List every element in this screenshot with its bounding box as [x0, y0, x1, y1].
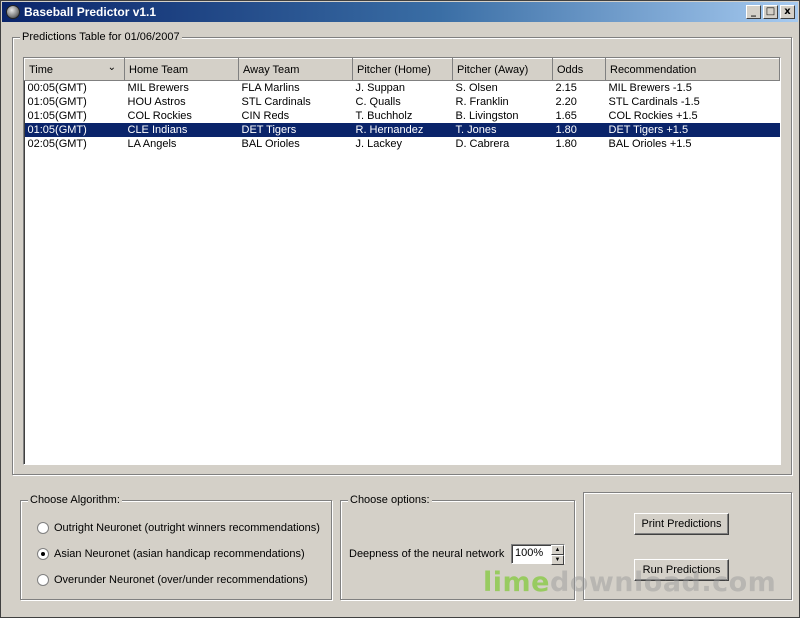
column-header-label: Time — [29, 63, 54, 76]
algorithm-option-outright[interactable]: Outright Neuronet (outright winners reco… — [37, 522, 320, 534]
cell-home-team: COL Rockies — [127, 110, 192, 122]
cell-pitcher-away: B. Livingston — [455, 110, 519, 122]
cell-time: 01:05(GMT) — [27, 96, 87, 108]
cell-away-team: CIN Reds — [241, 110, 290, 122]
title-bar[interactable]: Baseball Predictor v1.1 _ □ x — [2, 2, 798, 22]
radio-overunder[interactable] — [37, 574, 49, 586]
algorithm-option-label: Asian Neuronet (asian handicap recommend… — [54, 548, 305, 560]
cell-pitcher-home: J. Suppan — [355, 82, 406, 94]
cell-recommendation: DET Tigers +1.5 — [605, 123, 780, 137]
window-title: Baseball Predictor v1.1 — [24, 5, 157, 19]
cell-pitcher-home: R. Hernandez — [352, 123, 453, 137]
cell-odds: 1.80 — [555, 138, 577, 150]
watermark-logo: limedownload.com — [483, 567, 776, 598]
depth-value[interactable]: 100% — [512, 545, 551, 563]
algorithm-option-overunder[interactable]: Overunder Neuronet (over/under recommend… — [37, 574, 308, 586]
cell-time: 01:05(GMT) — [27, 110, 87, 122]
cell-away-team: DET Tigers — [238, 123, 353, 137]
cell-time: 00:05(GMT) — [27, 82, 87, 94]
cell-time: 02:05(GMT) — [27, 138, 87, 150]
algorithm-option-asian[interactable]: Asian Neuronet (asian handicap recommend… — [37, 548, 305, 560]
column-header-home-team[interactable]: Home Team — [124, 58, 239, 81]
predictions-table[interactable]: Time ⌄ Home Team Away Team Pitcher (Home… — [23, 57, 781, 465]
cell-home-team: HOU Astros — [127, 96, 186, 108]
close-button[interactable]: x — [780, 5, 795, 19]
cell-pitcher-home: C. Qualls — [355, 96, 401, 108]
cell-pitcher-away: T. Jones — [452, 123, 553, 137]
cell-recommendation: MIL Brewers -1.5 — [608, 82, 692, 94]
cell-home-team: LA Angels — [127, 138, 177, 150]
cell-home-team: MIL Brewers — [127, 82, 189, 94]
algorithm-legend: Choose Algorithm: — [28, 494, 122, 506]
predictions-legend: Predictions Table for 01/06/2007 — [20, 31, 182, 43]
cell-away-team: STL Cardinals — [241, 96, 311, 108]
cell-time: 01:05(GMT) — [24, 123, 125, 137]
print-predictions-button[interactable]: Print Predictions — [634, 513, 729, 535]
column-header-time[interactable]: Time ⌄ — [24, 58, 125, 81]
radio-outright[interactable] — [37, 522, 49, 534]
radio-asian[interactable] — [37, 548, 49, 560]
column-header-pitcher-away[interactable]: Pitcher (Away) — [452, 58, 553, 81]
options-legend: Choose options: — [348, 494, 432, 506]
column-header-recommendation[interactable]: Recommendation — [605, 58, 780, 81]
depth-stepper[interactable]: 100% ▲ ▼ — [511, 544, 565, 565]
baseball-icon — [6, 5, 20, 19]
table-row[interactable]: 02:05(GMT) LA Angels BAL Orioles J. Lackey D… — [25, 137, 780, 151]
cell-away-team: BAL Orioles — [241, 138, 300, 150]
column-header-odds[interactable]: Odds — [552, 58, 606, 81]
table-row[interactable]: 01:05(GMT) COL Rockies CIN Reds T. Buchholz… — [25, 109, 780, 123]
maximize-button[interactable]: □ — [763, 5, 778, 19]
cell-recommendation: COL Rockies +1.5 — [608, 110, 698, 122]
cell-pitcher-home: T. Buchholz — [355, 110, 413, 122]
cell-away-team: FLA Marlins — [241, 82, 300, 94]
stepper-down-icon[interactable]: ▼ — [551, 555, 564, 565]
cell-recommendation: STL Cardinals -1.5 — [608, 96, 700, 108]
watermark-rest: download.com — [549, 567, 777, 598]
table-row[interactable]: 00:05(GMT) MIL Brewers FLA Marlins J. Suppa… — [25, 81, 780, 96]
depth-label: Deepness of the neural network — [349, 548, 505, 560]
algorithm-option-label: Outright Neuronet (outright winners reco… — [54, 522, 320, 534]
window-controls: _ □ x — [746, 5, 795, 19]
cell-home-team: CLE Indians — [124, 123, 239, 137]
cell-pitcher-away: D. Cabrera — [455, 138, 510, 150]
cell-odds: 1.80 — [552, 123, 606, 137]
algorithm-option-label: Overunder Neuronet (over/under recommend… — [54, 574, 308, 586]
stepper-up-icon[interactable]: ▲ — [551, 545, 564, 555]
minimize-button[interactable]: _ — [746, 5, 761, 19]
cell-odds: 2.20 — [555, 96, 577, 108]
cell-odds: 2.15 — [555, 82, 577, 94]
column-header-pitcher-home[interactable]: Pitcher (Home) — [352, 58, 453, 81]
chevron-down-icon[interactable]: ⌄ — [108, 62, 116, 73]
app-window: Baseball Predictor v1.1 _ □ x Prediction… — [0, 0, 800, 618]
cell-pitcher-away: S. Olsen — [455, 82, 498, 94]
column-header-away-team[interactable]: Away Team — [238, 58, 353, 81]
cell-pitcher-away: R. Franklin — [455, 96, 509, 108]
cell-pitcher-home: J. Lackey — [355, 138, 402, 150]
cell-odds: 1.65 — [555, 110, 577, 122]
table-row[interactable]: 01:05(GMT) CLE Indians DET Tigers R. Hernan… — [24, 123, 780, 137]
table-header-row: Time ⌄ Home Team Away Team Pitcher (Home… — [24, 58, 780, 81]
cell-recommendation: BAL Orioles +1.5 — [608, 138, 692, 150]
watermark-brand: lime — [483, 567, 550, 598]
table-row[interactable]: 01:05(GMT) HOU Astros STL Cardinals C. Qual… — [25, 95, 780, 109]
depth-stepper-buttons: ▲ ▼ — [551, 545, 564, 565]
